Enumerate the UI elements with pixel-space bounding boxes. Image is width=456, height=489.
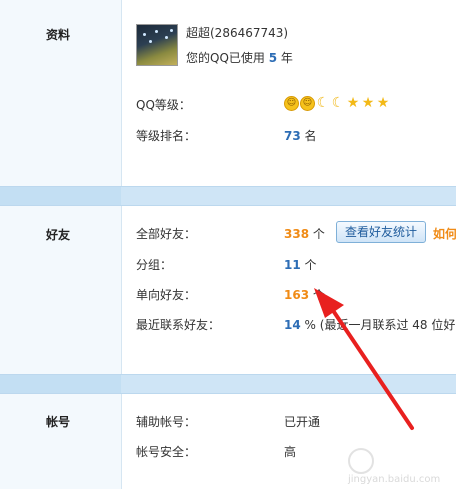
- sun-icon: ☺: [284, 96, 299, 111]
- watermark-text: jingyan.baidu.com: [348, 474, 441, 485]
- oneway-friends-line: 163 个: [284, 286, 325, 303]
- rank-value: 73: [284, 129, 301, 143]
- all-friends-label: 全部好友：: [136, 227, 197, 241]
- usage-line: 您的QQ已使用 5 年: [186, 49, 293, 66]
- usage-years: 5: [268, 51, 278, 65]
- rank-line: 73 名: [284, 127, 317, 144]
- section-title-account: 帐号: [46, 415, 71, 429]
- watermark-logo: jingyan.baidu.com: [348, 444, 448, 485]
- aux-account-value: 已开通: [284, 415, 321, 429]
- group-value: 11: [284, 258, 301, 272]
- aux-account-label: 辅助帐号：: [136, 415, 197, 429]
- level-label: QQ等级：: [136, 98, 191, 112]
- usage-suffix: 年: [280, 51, 293, 65]
- how-to-link[interactable]: 如何: [433, 225, 456, 242]
- group-label: 分组：: [136, 258, 173, 272]
- recent-contacts-line: 14 % (最近一月联系过 48 位好: [284, 316, 455, 333]
- recent-contacts-detail: (最近一月联系过 48 位好: [319, 318, 456, 332]
- level-icons[interactable]: ☺ ☺ ☾ ☾ ★ ★ ★: [284, 96, 391, 112]
- recent-contacts-label: 最近联系好友：: [136, 318, 221, 332]
- oneway-friends-unit: 个: [312, 288, 325, 302]
- sun-icon: ☺: [300, 96, 315, 111]
- view-friend-stats-button[interactable]: 查看好友统计: [336, 221, 426, 243]
- star-icon: ★: [361, 95, 375, 111]
- oneway-friends-value: 163: [284, 288, 310, 302]
- section-title-profile: 资料: [46, 28, 71, 42]
- rank-unit: 名: [304, 129, 317, 143]
- section-title-friends: 好友: [46, 228, 71, 242]
- usage-prefix: 您的QQ已使用: [186, 51, 265, 65]
- account-security-value: 高: [284, 445, 297, 459]
- all-friends-line: 338 个: [284, 225, 325, 242]
- avatar[interactable]: [136, 24, 178, 66]
- moon-icon: ☾: [316, 95, 330, 111]
- group-unit: 个: [304, 258, 317, 272]
- profile-name[interactable]: 超超(286467743): [186, 24, 288, 41]
- moon-icon: ☾: [331, 95, 345, 111]
- recent-contacts-value: 14: [284, 318, 301, 332]
- account-security-label: 帐号安全：: [136, 445, 197, 459]
- recent-contacts-unit: %: [304, 318, 316, 332]
- left-column-account: [0, 394, 122, 489]
- star-icon: ★: [376, 95, 390, 111]
- oneway-friends-label: 单向好友：: [136, 288, 197, 302]
- all-friends-value: 338: [284, 227, 310, 241]
- star-icon: ★: [346, 95, 360, 111]
- section-divider: [0, 186, 456, 206]
- section-divider: [0, 374, 456, 394]
- group-line: 11 个: [284, 256, 317, 273]
- rank-label: 等级排名：: [136, 129, 197, 143]
- all-friends-unit: 个: [312, 227, 325, 241]
